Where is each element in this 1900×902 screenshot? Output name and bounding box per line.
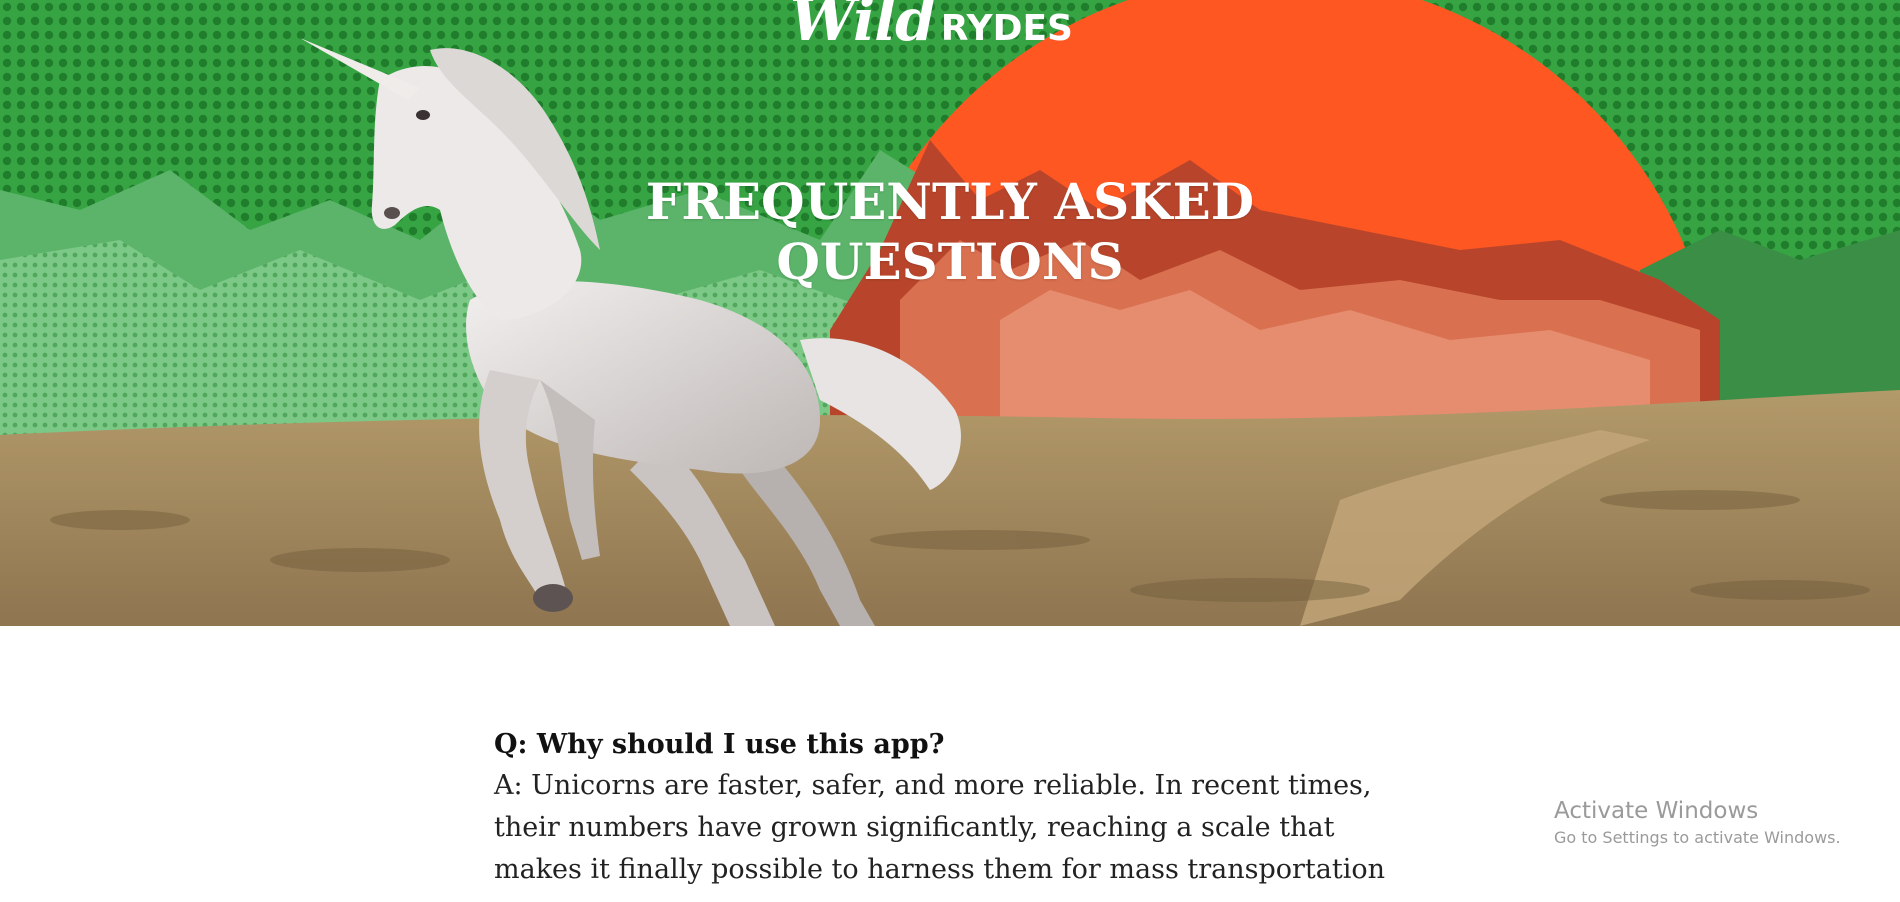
faq-item: Q: Why should I use this app? A: Unicorn…	[494, 725, 1394, 891]
logo-wild-text: Wild	[790, 0, 936, 54]
wild-rydes-logo[interactable]: Wild RYDES	[790, 0, 1073, 54]
watermark-title: Activate Windows	[1554, 798, 1759, 824]
logo-rydes-text: RYDES	[940, 8, 1073, 49]
faq-answer: A: Unicorns are faster, safer, and more …	[494, 770, 1386, 885]
hero-banner: Wild RYDES FREQUENTLY ASKED QUESTIONS	[0, 0, 1900, 626]
windows-activation-watermark: Activate Windows Go to Settings to activ…	[1554, 796, 1841, 850]
watermark-subtitle: Go to Settings to activate Windows.	[1554, 828, 1841, 847]
faq-question: Q: Why should I use this app?	[494, 729, 945, 760]
page-title: FREQUENTLY ASKED QUESTIONS	[645, 172, 1255, 291]
faq-section: Q: Why should I use this app? A: Unicorn…	[494, 725, 1394, 891]
hero-illustration	[0, 0, 1900, 626]
